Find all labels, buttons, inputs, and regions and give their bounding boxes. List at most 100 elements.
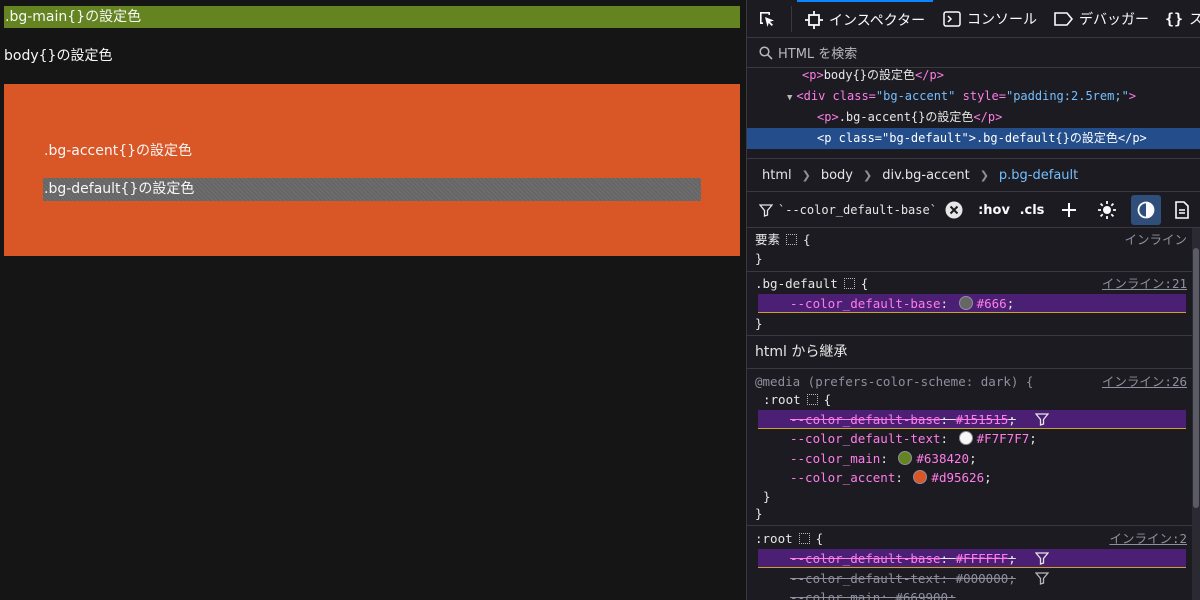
semicolon: ; — [1008, 551, 1016, 566]
declaration-value[interactable]: #d95626 — [931, 470, 984, 485]
light-scheme-button[interactable] — [1095, 198, 1119, 222]
declaration-value[interactable]: #FFFFFF — [956, 551, 1009, 566]
declaration-property[interactable]: --color_main — [758, 451, 880, 466]
markup-node-body-p[interactable]: <p>body{}の設定色</p> — [747, 68, 1200, 86]
breadcrumb-item-html[interactable]: html — [762, 168, 792, 183]
devtools-toolbar: インスペクター コンソール デバッガー {} ス — [747, 0, 1200, 38]
filter-icon — [759, 203, 773, 217]
semicolon: ; — [1029, 431, 1037, 446]
declaration-value[interactable]: #000000 — [956, 571, 1009, 586]
root-selector: :root — [763, 392, 801, 407]
bg-default-rule-source-link[interactable]: インライン:21 — [1102, 274, 1187, 293]
colon: : — [940, 431, 956, 446]
console-icon — [943, 10, 961, 27]
bg-default-rule-close: } — [755, 316, 763, 331]
page-viewport: .bg-main{}の設定色 body{}の設定色 .bg-accent{}の設… — [0, 0, 746, 600]
markup-node-default-p-selected[interactable]: <p class="bg-default">.bg-default{}の設定色<… — [747, 128, 1200, 149]
markup-attr: class= — [825, 89, 876, 103]
declaration-property[interactable]: --color_main — [758, 590, 880, 600]
root-decl-default-text-overridden[interactable]: --color_default-text: #000000; — [758, 569, 1186, 588]
semicolon: ; — [984, 470, 992, 485]
markup-node-div-accent[interactable]: ▼ <div class="bg-accent" style="padding:2… — [747, 86, 1200, 107]
tab-style-editor[interactable]: {} ス — [1165, 0, 1200, 37]
breadcrumb-item-body[interactable]: body — [821, 168, 853, 183]
rule-divider — [747, 335, 1193, 336]
brace: { — [823, 392, 832, 407]
filter-icon[interactable] — [1035, 412, 1050, 426]
declaration-property[interactable]: --color_accent — [758, 470, 895, 485]
media-root-rule-header: :root { — [763, 390, 831, 409]
declaration-value[interactable]: #638420 — [916, 451, 969, 466]
grid-icon[interactable] — [798, 533, 810, 544]
markup-tag: </p> — [973, 110, 1003, 124]
tab-debugger[interactable]: デバッガー — [1053, 0, 1149, 37]
color-swatch[interactable] — [898, 451, 913, 465]
rules-scrollbar-thumb[interactable] — [1193, 248, 1199, 508]
rule-divider — [747, 368, 1193, 369]
markup-attr: style= — [955, 89, 1006, 103]
moon-icon — [1137, 201, 1155, 219]
bg-main-paragraph: .bg-main{}の設定色 — [4, 6, 740, 28]
markup-tag: <p> — [817, 110, 839, 124]
html-search-bar[interactable]: HTML を検索 — [747, 38, 1200, 68]
media-rule-source-link[interactable]: インライン:26 — [1102, 372, 1187, 391]
markup-tag: </p> — [1117, 131, 1147, 145]
media-decl-accent[interactable]: --color_accent: #d95626; — [758, 468, 1186, 487]
color-swatch[interactable] — [958, 296, 973, 310]
add-rule-button[interactable] — [1057, 198, 1081, 222]
element-selector: 要素 — [755, 232, 781, 247]
media-query: @media (prefers-color-scheme: dark) { — [755, 374, 1034, 389]
declaration-property[interactable]: --color_default-base — [758, 296, 941, 311]
breadcrumb-item-div[interactable]: div.bg-accent — [882, 168, 969, 183]
grid-icon[interactable] — [806, 394, 818, 405]
declaration-property[interactable]: --color_default-text — [758, 431, 941, 446]
dark-scheme-button[interactable] — [1131, 195, 1161, 225]
semicolon: ; — [1006, 296, 1015, 311]
filter-icon[interactable] — [1035, 571, 1050, 585]
grid-icon[interactable] — [843, 278, 855, 289]
rules-filter-input[interactable]: `--color_default-base` — [778, 203, 960, 217]
markup-attr-value: "padding:2.5rem;" — [1005, 89, 1129, 103]
color-swatch[interactable] — [913, 470, 928, 484]
declaration-property[interactable]: --color_default-base — [758, 412, 941, 427]
brace: { — [803, 232, 811, 247]
media-decl-main[interactable]: --color_main: #638420; — [758, 449, 1186, 468]
media-close: } — [755, 506, 763, 521]
element-picker-button[interactable] — [757, 0, 783, 37]
rules-view: 要素 { インライン } .bg-default { インライン:21 --colo… — [747, 228, 1200, 600]
filter-icon[interactable] — [1035, 551, 1050, 565]
media-decl-default-text[interactable]: --color_default-text: #F7F7F7; — [758, 429, 1186, 448]
markup-tag: > — [1128, 89, 1137, 103]
print-simulation-button[interactable] — [1171, 198, 1193, 222]
tab-console[interactable]: コンソール — [943, 0, 1037, 37]
html-search-input[interactable]: HTML を検索 — [778, 43, 857, 62]
grid-icon[interactable] — [786, 234, 798, 245]
declaration-property[interactable]: --color_default-text — [758, 571, 941, 586]
clear-filter-button[interactable] — [943, 198, 965, 222]
declaration-value[interactable]: #669900 — [895, 590, 948, 600]
bg-default-declaration[interactable]: --color_default-base: #666; — [758, 294, 1186, 313]
tab-console-label: コンソール — [967, 11, 1037, 28]
root-rule-source-link[interactable]: インライン:2 — [1109, 529, 1187, 548]
root-decl-default-base-overridden[interactable]: --color_default-base: #FFFFFF; — [758, 549, 1186, 568]
semicolon: ; — [969, 451, 977, 466]
collapse-arrow-icon[interactable]: ▼ — [787, 93, 792, 103]
tab-inspector[interactable]: インスペクター — [797, 0, 934, 37]
hov-button[interactable]: :hov — [977, 198, 1011, 222]
breadcrumb-item-p[interactable]: p.bg-default — [999, 168, 1078, 183]
inherited-from-html-header: html から継承 — [755, 344, 848, 360]
color-swatch[interactable] — [958, 431, 973, 445]
colon: : — [880, 451, 896, 466]
markup-node-accent-p[interactable]: <p>.bg-accent{}の設定色</p> — [747, 107, 1200, 128]
declaration-value[interactable]: #151515 — [956, 412, 1009, 427]
cls-button[interactable]: .cls — [1019, 198, 1045, 222]
media-root-close: } — [763, 489, 771, 504]
semicolon: ; — [1008, 571, 1016, 586]
declaration-value[interactable]: #F7F7F7 — [977, 431, 1030, 446]
declaration-property[interactable]: --color_default-base — [758, 551, 941, 566]
media-decl-default-base-overridden[interactable]: --color_default-base: #151515; — [758, 410, 1186, 429]
root-decl-main-overridden[interactable]: --color_main: #669900; — [758, 588, 1186, 600]
declaration-value[interactable]: #666 — [977, 296, 1007, 311]
markup-tag: <p class="bg-default"> — [817, 131, 976, 145]
element-rule-header: 要素 { — [755, 230, 811, 249]
